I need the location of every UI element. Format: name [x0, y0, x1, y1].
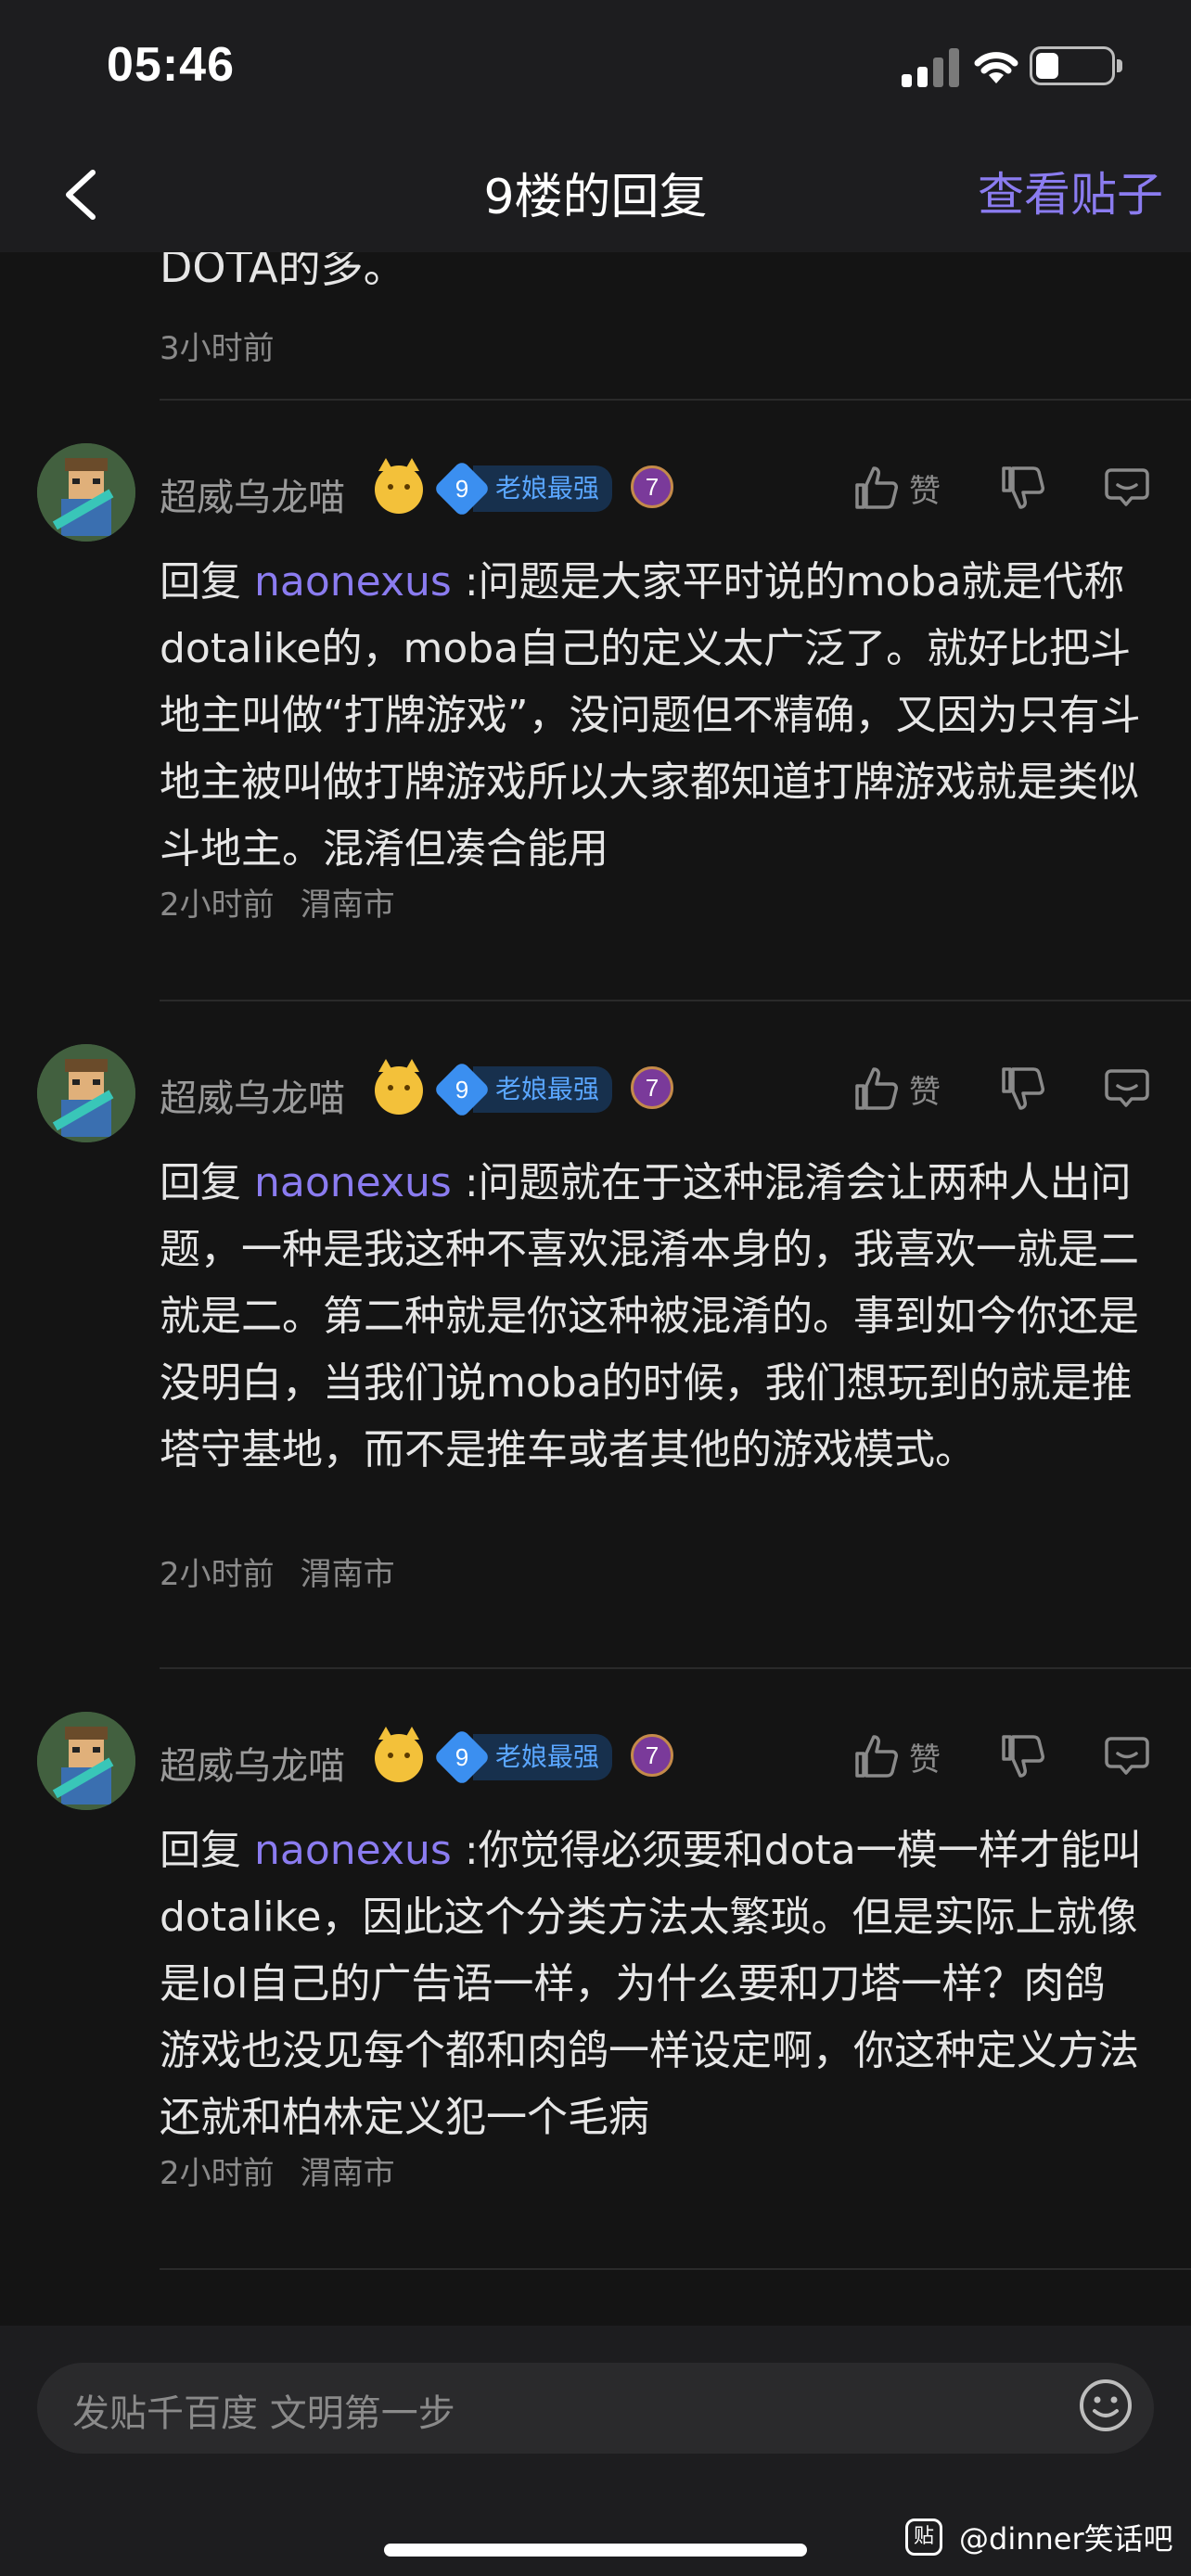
level-title: 老娘最强 [473, 1066, 613, 1113]
home-indicator[interactable] [384, 2544, 807, 2557]
cat-emoji-icon [375, 1727, 423, 1782]
watermark: 贴 @dinner笑话吧 [905, 2516, 1173, 2558]
comment-location: 渭南市 [300, 1556, 395, 1593]
thumbs-down-icon[interactable] [1000, 458, 1046, 517]
comment-input-placeholder: 发贴千百度 文明第一步 [72, 2392, 455, 2435]
view-post-link[interactable]: 查看贴子 [978, 158, 1163, 224]
like-label: 赞 [909, 1073, 941, 1111]
level-badge[interactable]: 9 老娘最强 [432, 459, 613, 518]
like-button[interactable]: 赞 [853, 1059, 941, 1118]
cat-emoji-icon [375, 1059, 423, 1115]
username[interactable]: 超威乌龙喵 [160, 1068, 345, 1122]
level-title: 老娘最强 [473, 1734, 613, 1780]
comment-location: 渭南市 [300, 2155, 395, 2192]
previous-comment-time: 3小时前 [160, 330, 275, 367]
comment-location: 渭南市 [300, 886, 395, 924]
mention-link[interactable]: naonexus [254, 558, 452, 606]
comment-time: 2小时前 [160, 886, 275, 924]
divider [160, 2268, 1191, 2270]
watermark-text: @dinner笑话吧 [959, 2521, 1173, 2557]
level-diamond-icon: 9 [432, 459, 492, 518]
reply-prefix: 回复 [160, 558, 241, 606]
level-badge[interactable]: 9 老娘最强 [432, 1060, 613, 1119]
thumbs-up-icon [855, 1067, 898, 1110]
thumbs-up-icon [855, 1735, 898, 1778]
comment-text: 回复 naonexus :问题是大家平时说的moba就是代称dotalike的，… [160, 558, 1141, 873]
level-badge[interactable]: 9 老娘最强 [432, 1728, 613, 1787]
medal-badge[interactable]: 7 [631, 465, 673, 508]
comment-text: 回复 naonexus :你觉得必须要和dota一模一样才能叫dotalike，… [160, 1827, 1142, 2141]
divider [160, 1667, 1191, 1669]
reply-bubble-icon[interactable] [1104, 1727, 1150, 1786]
divider [160, 399, 1191, 401]
emoji-smile-icon[interactable] [1078, 2378, 1133, 2433]
level-diamond-icon: 9 [432, 1060, 492, 1119]
reply-prefix: 回复 [160, 1159, 241, 1206]
reply-list[interactable]: DOTA的多。 3小时前 超威乌龙喵 9 老娘最强 7 赞 回复 naonexu… [0, 252, 1191, 2326]
reply-bubble-icon[interactable] [1104, 1059, 1150, 1118]
avatar[interactable] [37, 443, 135, 542]
tieba-logo-icon: 贴 [905, 2519, 942, 2556]
level-diamond-icon: 9 [432, 1728, 492, 1787]
username[interactable]: 超威乌龙喵 [160, 467, 345, 521]
comment-meta: 2小时前 渭南市 [160, 879, 395, 925]
divider [160, 1000, 1191, 1001]
bottom-composer-bar: 发贴千百度 文明第一步 贴 @dinner笑话吧 [0, 2326, 1191, 2576]
cellular-signal-icon [902, 46, 961, 87]
thumbs-up-icon [855, 466, 898, 509]
comment-meta: 2小时前 渭南市 [160, 1549, 395, 1594]
mention-link[interactable]: naonexus [254, 1827, 452, 1874]
medal-badge[interactable]: 7 [631, 1066, 673, 1109]
thumbs-down-icon[interactable] [1000, 1059, 1046, 1118]
comment-meta: 2小时前 渭南市 [160, 2148, 395, 2193]
avatar[interactable] [37, 1044, 135, 1142]
battery-icon [1030, 46, 1122, 85]
username[interactable]: 超威乌龙喵 [160, 1736, 345, 1790]
mention-link[interactable]: naonexus [254, 1159, 452, 1206]
cat-emoji-icon [375, 458, 423, 514]
comment-time: 2小时前 [160, 2155, 275, 2192]
comment-time: 2小时前 [160, 1556, 275, 1593]
thumbs-down-icon[interactable] [1000, 1727, 1046, 1786]
like-label: 赞 [909, 472, 941, 510]
like-button[interactable]: 赞 [853, 1727, 941, 1786]
reply-prefix: 回复 [160, 1827, 241, 1874]
previous-comment-text: DOTA的多。 [160, 252, 406, 292]
comment-text: 回复 naonexus :问题就在于这种混淆会让两种人出问题，一种是我这种不喜欢… [160, 1159, 1139, 1473]
status-bar: 05:46 [0, 0, 1191, 139]
like-button[interactable]: 赞 [853, 458, 941, 517]
comment-input[interactable]: 发贴千百度 文明第一步 [37, 2363, 1154, 2454]
level-title: 老娘最强 [473, 465, 613, 512]
avatar[interactable] [37, 1712, 135, 1810]
status-time: 05:46 [107, 38, 235, 92]
reply-bubble-icon[interactable] [1104, 458, 1150, 517]
medal-badge[interactable]: 7 [631, 1734, 673, 1777]
wifi-icon [974, 52, 1018, 83]
nav-bar: 9楼的回复 查看贴子 [0, 139, 1191, 252]
like-label: 赞 [909, 1741, 941, 1779]
